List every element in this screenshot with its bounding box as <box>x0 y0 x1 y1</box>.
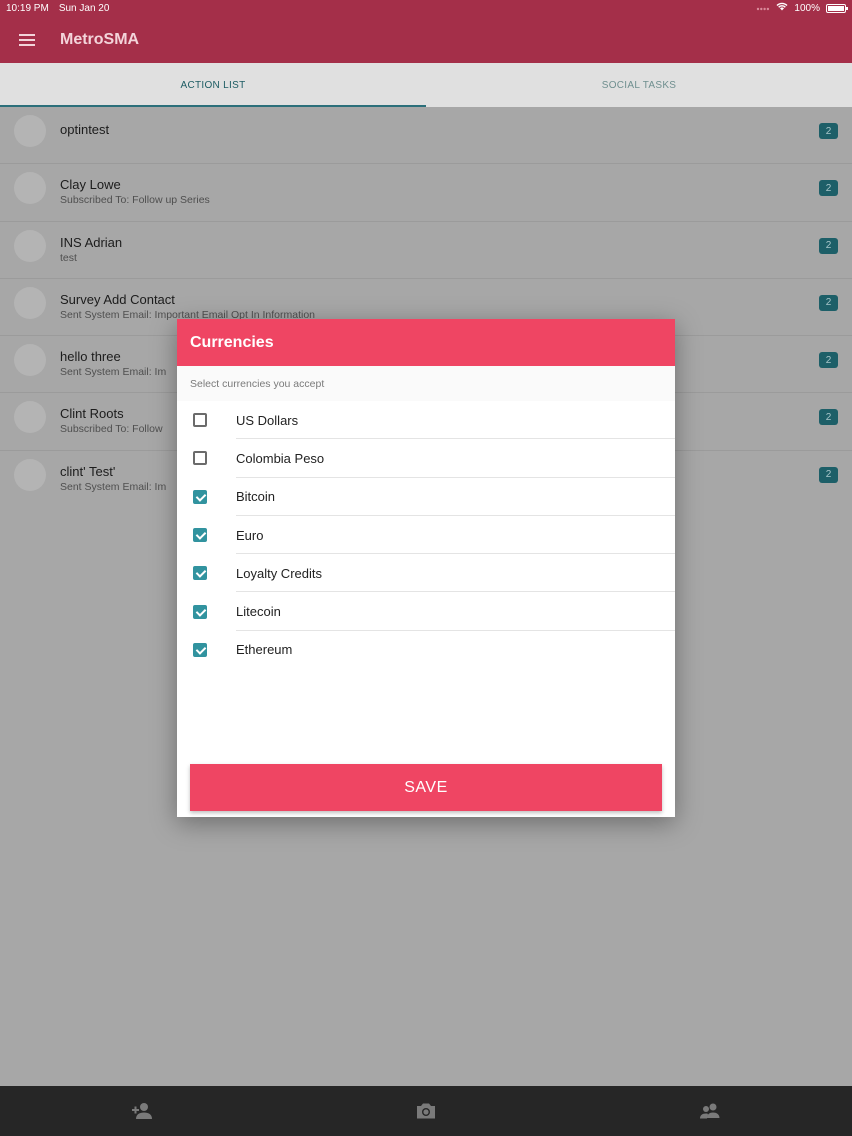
contact-name: Clay Lowe <box>60 177 121 193</box>
list-item[interactable]: INS Adrian test 2 <box>0 221 852 279</box>
contact-subtitle: Subscribed To: Follow up Series <box>60 194 210 207</box>
checkbox-checked[interactable] <box>193 642 207 657</box>
battery-icon <box>826 3 848 13</box>
group-icon[interactable] <box>698 1099 722 1123</box>
list-item[interactable]: optintest 2 <box>0 107 852 165</box>
count-badge: 2 <box>819 180 838 197</box>
checkbox-checked[interactable] <box>193 489 207 504</box>
contact-subtitle: Sent System Email: Im <box>60 366 167 379</box>
count-badge: 2 <box>819 409 838 426</box>
avatar <box>14 344 46 377</box>
currency-list: US Dollars Colombia Peso Bitcoin Euro Lo… <box>177 401 675 669</box>
avatar <box>14 458 46 491</box>
tab-social-tasks[interactable]: SOCIAL TASKS <box>426 63 852 107</box>
save-button[interactable]: SAVE <box>190 764 662 811</box>
wifi-icon <box>776 2 788 14</box>
count-badge: 2 <box>819 123 838 139</box>
currency-option-litecoin[interactable]: Litecoin <box>177 592 675 631</box>
contact-name: Clint Roots <box>60 406 124 422</box>
dialog-subtitle: Select currencies you accept <box>177 366 675 401</box>
checkbox-unchecked[interactable] <box>193 413 207 428</box>
status-bar: 10:19 PM Sun Jan 20 100% <box>0 0 852 16</box>
currency-option-us-dollars[interactable]: US Dollars <box>177 401 675 440</box>
dialog-title: Currencies <box>177 319 675 366</box>
currency-option-euro[interactable]: Euro <box>177 516 675 555</box>
checkbox-checked[interactable] <box>193 566 207 581</box>
tab-action-list[interactable]: ACTION LIST <box>0 63 426 107</box>
currency-label: Litecoin <box>236 604 281 620</box>
currency-option-bitcoin[interactable]: Bitcoin <box>177 478 675 516</box>
currency-label: Euro <box>236 527 264 543</box>
add-person-icon[interactable] <box>130 1099 154 1123</box>
currency-label: Colombia Peso <box>236 450 325 466</box>
contact-name: hello three <box>60 349 121 365</box>
currency-option-ethereum[interactable]: Ethereum <box>177 631 675 669</box>
checkbox-checked[interactable] <box>193 604 207 619</box>
app-bar: MetroSMA <box>0 16 852 63</box>
avatar <box>14 229 46 262</box>
count-badge: 2 <box>819 237 838 254</box>
contact-name: INS Adrian <box>60 234 123 250</box>
currencies-dialog: Currencies Select currencies you accept … <box>177 319 675 817</box>
battery-percent: 100% <box>794 2 820 14</box>
contact-subtitle: Subscribed To: Follow <box>60 423 163 436</box>
app-title: MetroSMA <box>60 30 140 48</box>
contact-subtitle: test <box>60 251 77 264</box>
currency-label: Ethereum <box>236 642 293 658</box>
status-right: 100% <box>756 2 848 14</box>
signal-dots-icon <box>756 3 770 14</box>
list-item[interactable]: Clay Lowe Subscribed To: Follow up Serie… <box>0 164 852 222</box>
count-badge: 2 <box>819 294 838 311</box>
status-date: Sun Jan 20 <box>58 2 110 14</box>
camera-icon[interactable] <box>414 1099 438 1123</box>
avatar <box>14 401 46 434</box>
currency-option-colombia-peso[interactable]: Colombia Peso <box>177 439 675 478</box>
avatar <box>14 115 46 147</box>
currency-option-loyalty-credits[interactable]: Loyalty Credits <box>177 554 675 593</box>
hamburger-menu-icon[interactable] <box>19 33 35 46</box>
avatar <box>14 286 46 319</box>
avatar <box>14 172 46 205</box>
contact-name: optintest <box>60 122 110 137</box>
checkbox-checked[interactable] <box>193 528 207 543</box>
tab-bar: ACTION LIST SOCIAL TASKS <box>0 63 852 107</box>
checkbox-unchecked[interactable] <box>193 451 207 466</box>
count-badge: 2 <box>819 352 838 369</box>
status-time: 10:19 PM <box>6 2 49 14</box>
currency-label: Bitcoin <box>236 489 276 505</box>
bottom-nav-bar <box>0 1086 852 1136</box>
contact-name: Survey Add Contact <box>60 291 175 307</box>
contact-name: clint' Test' <box>60 463 116 479</box>
count-badge: 2 <box>819 466 838 483</box>
currency-label: US Dollars <box>236 412 299 428</box>
contact-subtitle: Sent System Email: Im <box>60 480 167 493</box>
currency-label: Loyalty Credits <box>236 565 322 581</box>
